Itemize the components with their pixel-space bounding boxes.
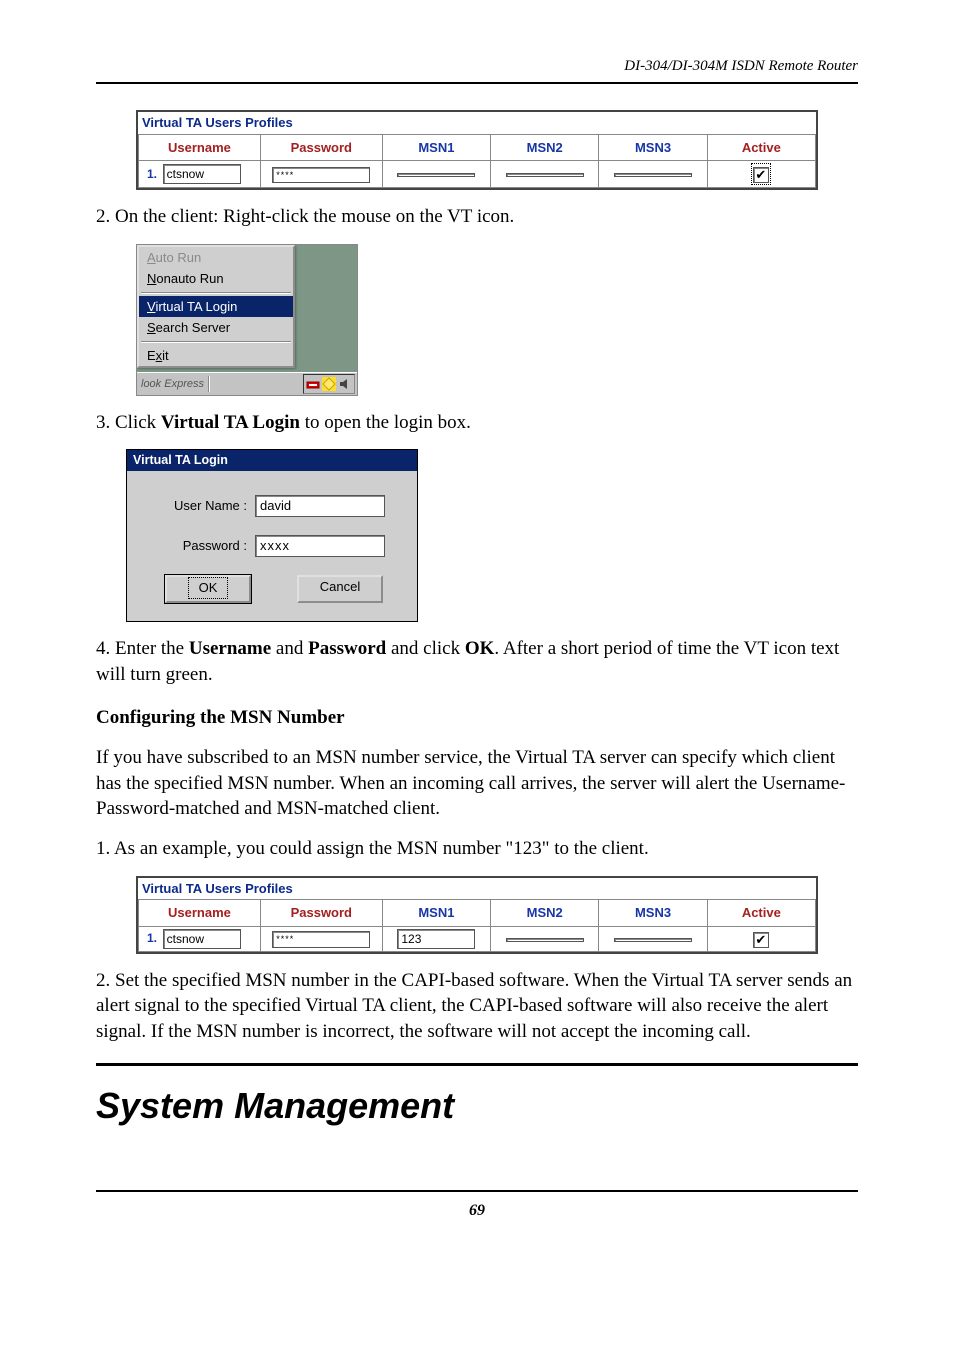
col-msn2: MSN2 (491, 134, 599, 161)
row-index: 1. (147, 931, 157, 945)
login-dialog: Virtual TA Login User Name : david Passw… (126, 449, 418, 622)
step4-text: 4. Enter the Username and Password and c… (96, 636, 858, 687)
password-input[interactable]: **** (272, 931, 370, 947)
profiles-table-2-caption: Virtual TA Users Profiles (138, 878, 816, 900)
login-dialog-title: Virtual TA Login (127, 450, 417, 471)
vt-icon[interactable] (322, 377, 336, 391)
col-active: Active (707, 134, 815, 161)
msn2-input[interactable] (506, 938, 584, 942)
cancel-button[interactable]: Cancel (297, 575, 383, 603)
col-username: Username (139, 900, 261, 927)
col-password: Password (260, 134, 382, 161)
msn1-input[interactable]: 123 (397, 929, 475, 949)
msn-step1: 1. As an example, you could assign the M… (96, 836, 858, 862)
msn-paragraph: If you have subscribed to an MSN number … (96, 745, 858, 822)
msn-heading: Configuring the MSN Number (96, 705, 858, 731)
login-password-input[interactable]: xxxx (255, 535, 385, 557)
speaker-icon[interactable] (338, 377, 352, 391)
col-username: Username (139, 134, 261, 161)
menu-search-server[interactable]: Search Server (139, 317, 293, 339)
row-index: 1. (147, 167, 157, 181)
section-rule (96, 1063, 858, 1066)
col-msn3: MSN3 (599, 134, 707, 161)
page-number: 69 (96, 1200, 858, 1222)
profiles-table-1-caption: Virtual TA Users Profiles (138, 112, 816, 134)
step3-text: 3. Click Virtual TA Login to open the lo… (96, 410, 858, 436)
msn3-input[interactable] (614, 938, 692, 942)
active-checkbox[interactable] (753, 932, 769, 948)
context-menu: Auto Run Nonauto Run Virtual TA Login Se… (137, 245, 295, 369)
menu-separator (141, 341, 291, 343)
menu-exit[interactable]: Exit (139, 345, 293, 367)
table-row: 1. ctsnow **** (139, 161, 816, 188)
step2-text: 2. On the client: Right-click the mouse … (96, 204, 858, 230)
col-msn1: MSN1 (382, 134, 490, 161)
section-title: System Management (96, 1082, 858, 1131)
msn-step2: 2. Set the specified MSN number in the C… (96, 968, 858, 1045)
login-username-input[interactable]: david (255, 495, 385, 517)
col-msn2: MSN2 (491, 900, 599, 927)
doc-header-rule (96, 82, 858, 84)
menu-separator (141, 292, 291, 294)
ok-button[interactable]: OK (165, 575, 251, 603)
col-password: Password (260, 900, 382, 927)
profiles-table-2: Virtual TA Users Profiles Username Passw… (136, 876, 818, 954)
tray-icon[interactable] (306, 377, 320, 391)
table-row: 1. ctsnow **** 123 (139, 926, 816, 951)
col-msn1: MSN1 (382, 900, 490, 927)
username-input[interactable]: ctsnow (163, 929, 241, 949)
msn2-input[interactable] (506, 173, 584, 177)
password-input[interactable]: **** (272, 167, 370, 183)
col-active: Active (707, 900, 815, 927)
username-input[interactable]: ctsnow (163, 164, 241, 184)
col-msn3: MSN3 (599, 900, 707, 927)
taskbar: look Express (137, 372, 357, 395)
doc-header-text: DI-304/DI-304M ISDN Remote Router (96, 56, 858, 76)
context-menu-screenshot: Auto Run Nonauto Run Virtual TA Login Se… (136, 244, 358, 396)
active-checkbox[interactable] (753, 167, 769, 183)
menu-virtual-ta-login[interactable]: Virtual TA Login (139, 296, 293, 318)
msn1-input[interactable] (397, 173, 475, 177)
menu-nonauto-run[interactable]: Nonauto Run (139, 268, 293, 290)
username-label: User Name : (147, 497, 255, 515)
system-tray (303, 374, 355, 394)
msn3-input[interactable] (614, 173, 692, 177)
password-label: Password : (147, 537, 255, 555)
menu-auto-run[interactable]: Auto Run (139, 247, 293, 269)
taskbar-app[interactable]: look Express (139, 375, 204, 393)
doc-footer-rule (96, 1190, 858, 1192)
profiles-table-1: Virtual TA Users Profiles Username Passw… (136, 110, 818, 190)
